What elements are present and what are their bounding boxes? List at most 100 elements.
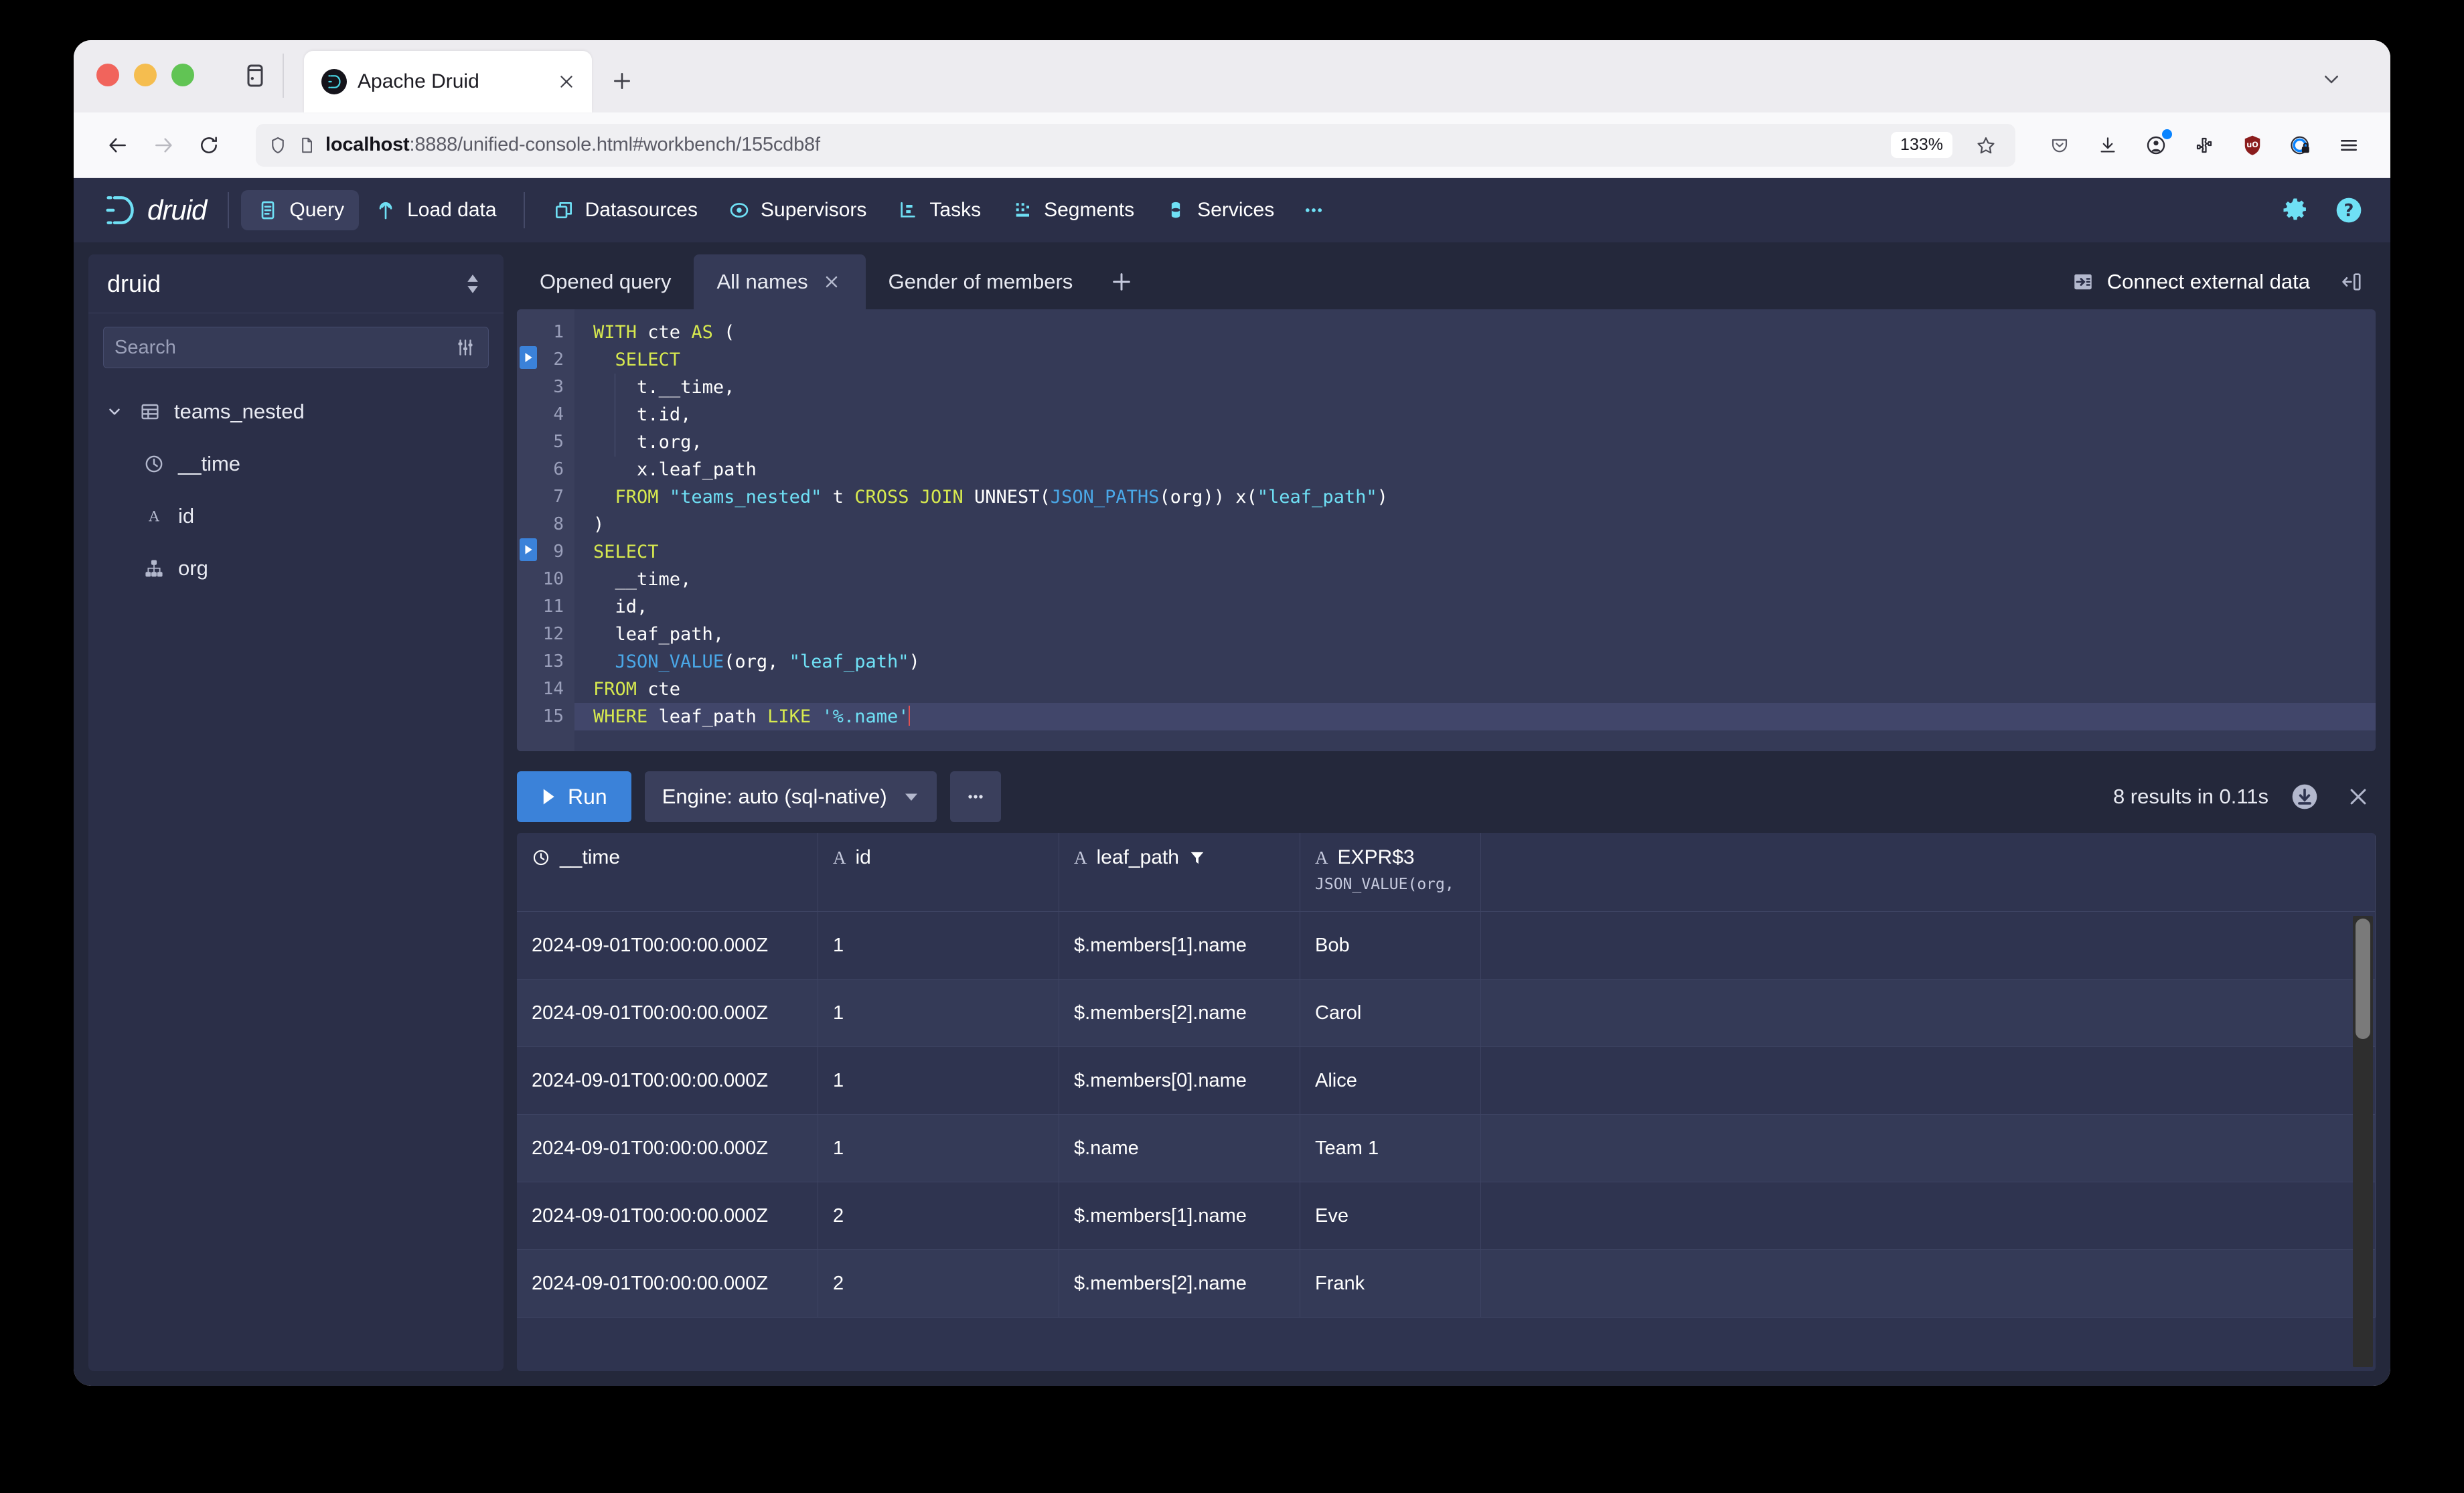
table-row[interactable]: 2024-09-01T00:00:00.000Z 1 $.members[1].na… [517,912,2376,979]
table-cell[interactable]: 2024-09-01T00:00:00.000Z [517,979,818,1046]
filter-icon[interactable] [1188,849,1206,866]
results-scrollbar-thumb[interactable] [2356,919,2370,1039]
tree-item-org[interactable]: org [88,542,504,595]
table-row[interactable]: 2024-09-01T00:00:00.000Z 1 $.members[2].na… [517,979,2376,1047]
table-row[interactable]: 2024-09-01T00:00:00.000Z 1 $.members[0].na… [517,1047,2376,1115]
account-icon[interactable] [2137,127,2175,164]
results-column-header-id[interactable]: A id [818,833,1059,911]
gutter-line-number: 4 [553,404,564,424]
connect-external-data-button[interactable]: Connect external data [2063,270,2318,294]
table-cell[interactable]: 2024-09-01T00:00:00.000Z [517,1182,818,1249]
close-icon[interactable] [2341,779,2376,814]
zoom-level-badge[interactable]: 133% [1891,132,1952,158]
download-circle-icon[interactable] [2286,778,2323,815]
druid-logo[interactable]: druid [100,191,207,229]
table-cell[interactable]: $.name [1059,1115,1300,1182]
downloads-icon[interactable] [2089,127,2127,164]
more-horizontal-icon[interactable] [949,771,1001,822]
collapse-panel-icon[interactable] [2333,263,2370,301]
hamburger-menu-icon[interactable] [2330,127,2368,164]
table-row[interactable]: 2024-09-01T00:00:00.000Z 2 $.members[1].na… [517,1182,2376,1250]
nav-item-query[interactable]: Query [241,190,360,230]
table-cell[interactable]: 2024-09-01T00:00:00.000Z [517,1250,818,1317]
more-horizontal-icon[interactable] [1289,191,1338,230]
browser-tab[interactable]: Apache Druid [304,51,592,112]
search-input[interactable] [114,336,453,359]
query-tab-all-names[interactable]: All names [694,254,866,309]
table-cell[interactable]: $.members[2].name [1059,979,1300,1046]
search-box[interactable] [103,327,489,368]
run-query-marker[interactable] [520,538,537,561]
table-cell[interactable]: Alice [1300,1047,1481,1114]
table-cell[interactable]: $.members[1].name [1059,912,1300,979]
star-icon[interactable] [1969,128,2003,163]
results-column-header-expr3[interactable]: A EXPR$3 JSON_VALUE(org, "lea… [1300,833,1481,911]
gear-icon[interactable] [2278,193,2313,228]
page-info-icon[interactable] [297,136,316,155]
chevron-down-icon[interactable] [103,403,126,420]
maximize-window-button[interactable] [171,64,194,86]
tree-item-teams-nested[interactable]: teams_nested [88,386,504,438]
privacy-badger-icon[interactable] [2282,127,2319,164]
results-column-header-leaf-path[interactable]: A leaf_path [1059,833,1300,911]
editor-code-area[interactable]: WITH cte AS ( SELECT t.__time, t.id, t.o… [574,309,2376,751]
tree-item-time[interactable]: __time [88,438,504,490]
ublock-origin-icon[interactable]: uO [2234,127,2271,164]
table-cell[interactable]: $.members[2].name [1059,1250,1300,1317]
table-cell[interactable]: Frank [1300,1250,1481,1317]
close-icon[interactable] [820,270,843,293]
plus-icon[interactable] [1095,254,1148,309]
table-cell[interactable]: Carol [1300,979,1481,1046]
double-caret-icon[interactable] [461,272,485,296]
plus-icon[interactable] [601,60,643,102]
extensions-puzzle-icon[interactable] [2185,127,2223,164]
sql-editor[interactable]: 1 2 3 4 5 6 7 8 9 10 11 12 13 14 15 WITH… [517,309,2376,751]
filter-sliders-icon[interactable] [453,335,477,360]
nav-item-services[interactable]: Services [1149,190,1289,230]
sidebar-toggle-icon[interactable] [233,54,277,98]
chevron-down-icon[interactable] [2313,60,2350,98]
run-query-marker[interactable] [520,346,537,369]
nav-item-supervisors[interactable]: Supervisors [712,190,881,230]
shield-icon[interactable] [268,135,288,155]
results-column-header-time[interactable]: __time [517,833,818,911]
results-body[interactable]: 2024-09-01T00:00:00.000Z 1 $.members[1].na… [517,912,2376,1371]
table-cell[interactable]: $.members[1].name [1059,1182,1300,1249]
run-button[interactable]: Run [517,771,631,822]
table-row[interactable]: 2024-09-01T00:00:00.000Z 2 $.members[2].na… [517,1250,2376,1318]
table-cell[interactable]: $.members[0].name [1059,1047,1300,1114]
nav-item-tasks[interactable]: Tasks [881,190,996,230]
close-icon[interactable] [553,68,580,95]
table-cell[interactable]: Team 1 [1300,1115,1481,1182]
nav-item-datasources[interactable]: Datasources [537,190,712,230]
help-circle-icon[interactable]: ? [2331,193,2366,228]
table-cell[interactable]: 1 [818,912,1059,979]
table-cell[interactable]: 2 [818,1182,1059,1249]
table-cell[interactable]: 2024-09-01T00:00:00.000Z [517,912,818,979]
table-row[interactable]: 2024-09-01T00:00:00.000Z 1 $.name Team 1 [517,1115,2376,1182]
table-cell[interactable]: 1 [818,1115,1059,1182]
forward-arrow-icon[interactable] [142,124,185,167]
reload-icon[interactable] [187,124,230,167]
table-cell[interactable]: 2024-09-01T00:00:00.000Z [517,1115,818,1182]
table-cell[interactable]: 1 [818,979,1059,1046]
datasources-icon [552,198,576,222]
minimize-window-button[interactable] [134,64,157,86]
table-cell[interactable]: 2 [818,1250,1059,1317]
table-cell[interactable]: Eve [1300,1182,1481,1249]
table-cell[interactable]: 2024-09-01T00:00:00.000Z [517,1047,818,1114]
query-tab-gender-of-members[interactable]: Gender of members [866,254,1096,309]
nav-item-segments[interactable]: Segments [996,190,1149,230]
table-cell[interactable]: 1 [818,1047,1059,1114]
url-bar[interactable]: localhost:8888/unified-console.html#work… [256,123,2015,167]
query-tab-opened-query[interactable]: Opened query [517,254,694,309]
nav-item-load-data[interactable]: Load data [359,190,511,230]
engine-selector[interactable]: Engine: auto (sql-native) [644,771,937,822]
results-scrollbar[interactable] [2353,916,2373,1367]
editor-resize-handle[interactable] [517,751,2376,761]
table-cell[interactable]: Bob [1300,912,1481,979]
back-arrow-icon[interactable] [96,124,139,167]
close-window-button[interactable] [96,64,119,86]
tree-item-id[interactable]: A id [88,490,504,542]
pocket-icon[interactable] [2041,127,2078,164]
